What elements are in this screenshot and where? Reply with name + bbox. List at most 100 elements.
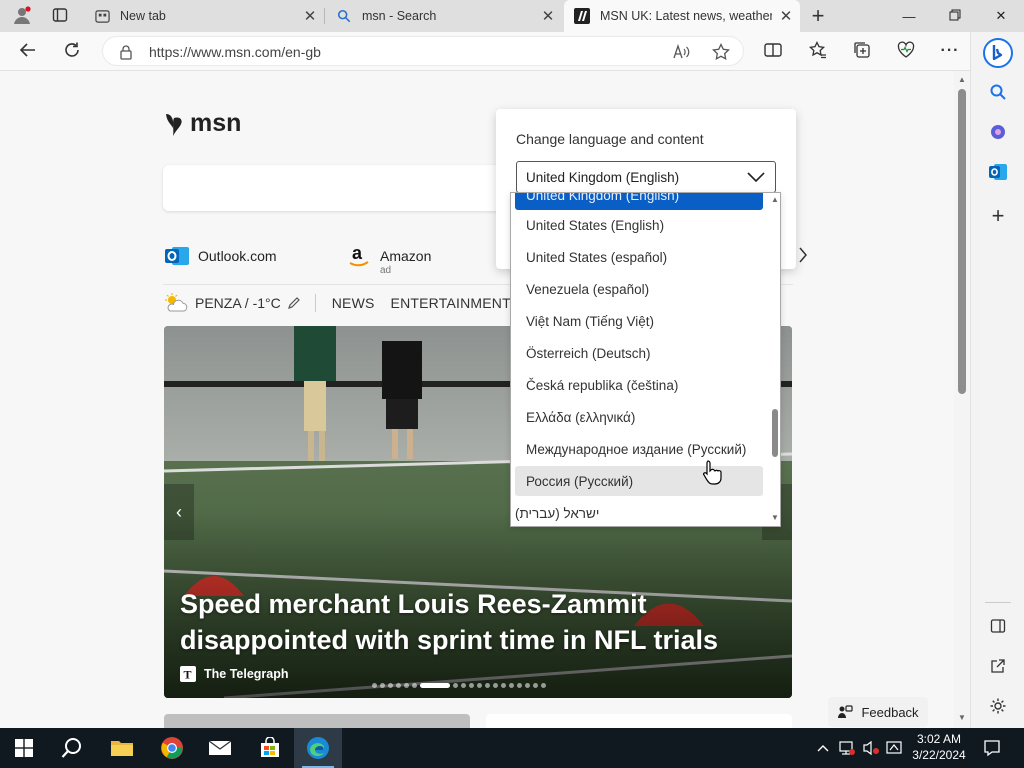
restore-button[interactable] — [932, 0, 978, 32]
scroll-up-arrow-icon[interactable]: ▲ — [958, 75, 966, 84]
quicklink-outlook[interactable]: Outlook.com — [164, 243, 277, 269]
language-option[interactable]: Venezuela (español) — [515, 274, 763, 304]
language-option[interactable]: Österreich (Deutsch) — [515, 338, 763, 368]
minimize-button[interactable]: — — [886, 0, 932, 32]
language-option[interactable]: Международное издание (Русский) — [515, 434, 763, 464]
carousel-dot[interactable] — [372, 683, 377, 688]
url-input[interactable]: https://www.msn.com/en-gb — [102, 36, 744, 66]
sidebar-add-button[interactable]: + — [984, 202, 1012, 230]
language-option[interactable]: United States (English) — [515, 210, 763, 240]
close-tab-icon[interactable]: ✕ — [296, 2, 324, 30]
scroll-up-arrow-icon[interactable]: ▲ — [771, 195, 779, 204]
msn-favicon-icon — [574, 8, 590, 24]
carousel-dot[interactable] — [509, 683, 514, 688]
weather-widget[interactable]: PENZA / -1°C — [163, 292, 316, 312]
profile-button[interactable] — [6, 0, 38, 32]
edge-button[interactable] — [294, 728, 342, 768]
new-tab-button[interactable]: + — [802, 0, 834, 32]
hero-source[interactable]: T The Telegraph — [180, 666, 289, 682]
collections-button[interactable] — [846, 36, 878, 66]
tab-actions-button[interactable] — [44, 0, 76, 32]
story-card[interactable] — [486, 714, 792, 728]
close-window-button[interactable]: ✕ — [978, 0, 1024, 32]
file-explorer-button[interactable] — [98, 728, 146, 768]
browser-essentials-button[interactable] — [890, 36, 922, 66]
scroll-down-arrow-icon[interactable]: ▼ — [771, 513, 779, 522]
tab-msn-search[interactable]: msn - Search ✕ — [326, 0, 562, 32]
carousel-dot[interactable] — [485, 683, 490, 688]
carousel-dot[interactable] — [493, 683, 498, 688]
read-aloud-icon[interactable] — [669, 41, 693, 63]
quicklink-amazon[interactable]: a Amazon ad — [346, 243, 431, 276]
carousel-dot[interactable] — [533, 683, 538, 688]
taskbar-search-button[interactable] — [48, 728, 96, 768]
carousel-dot[interactable] — [461, 683, 466, 688]
language-option-hovered[interactable]: Россия (Русский) — [515, 466, 763, 496]
open-external-button[interactable] — [984, 652, 1012, 680]
language-option[interactable]: United States (español) — [515, 242, 763, 272]
start-button[interactable] — [0, 728, 48, 768]
volume-tray-button[interactable] — [860, 728, 882, 768]
store-button[interactable] — [246, 728, 294, 768]
carousel-dot[interactable] — [517, 683, 522, 688]
msn-logo[interactable]: msn — [162, 109, 241, 138]
page-scrollbar[interactable]: ▲ ▼ — [954, 71, 970, 728]
outlook-icon — [164, 243, 190, 269]
carousel-dot-active[interactable] — [420, 683, 450, 688]
dropdown-scroll-thumb[interactable] — [772, 409, 778, 457]
tab-msn-uk[interactable]: MSN UK: Latest news, weather, H ✕ — [564, 0, 800, 32]
carousel-dot[interactable] — [525, 683, 530, 688]
settings-more-button[interactable]: ··· — [934, 36, 966, 66]
previous-story-button[interactable]: ‹ — [164, 484, 194, 540]
carousel-dot[interactable] — [469, 683, 474, 688]
language-option-selected[interactable]: United Kingdom (English) — [515, 193, 763, 210]
language-select[interactable]: United Kingdom (English) — [516, 161, 776, 193]
carousel-dot[interactable] — [396, 683, 401, 688]
taskbar-clock[interactable]: 3:02 AM 3/22/2024 — [904, 731, 974, 763]
close-tab-icon[interactable]: ✕ — [534, 2, 562, 30]
dropdown-scrollbar[interactable]: ▲ ▼ — [770, 193, 780, 526]
nav-entertainment[interactable]: ENTERTAINMENT — [375, 295, 511, 311]
favorites-button[interactable] — [802, 36, 834, 66]
carousel-dot[interactable] — [388, 683, 393, 688]
language-option[interactable]: ישראל (עברית) — [515, 498, 763, 526]
close-tab-icon[interactable]: ✕ — [772, 2, 800, 30]
carousel-dot[interactable] — [404, 683, 409, 688]
sidebar-tools-button[interactable] — [984, 118, 1012, 146]
carousel-dot[interactable] — [477, 683, 482, 688]
nav-news[interactable]: NEWS — [316, 295, 375, 311]
language-option[interactable]: Ελλάδα (ελληνικά) — [515, 402, 763, 432]
sidebar-outlook-button[interactable] — [984, 158, 1012, 186]
mail-button[interactable] — [196, 728, 244, 768]
chrome-button[interactable] — [148, 728, 196, 768]
story-card[interactable] — [164, 714, 470, 728]
sidebar-settings-button[interactable] — [984, 692, 1012, 720]
show-hidden-icons-button[interactable] — [814, 728, 832, 768]
language-option[interactable]: Việt Nam (Tiếng Việt) — [515, 306, 763, 336]
lock-icon[interactable] — [119, 44, 133, 63]
page-scroll-thumb[interactable] — [958, 89, 966, 394]
sidebar-search-button[interactable] — [984, 78, 1012, 106]
edit-pencil-icon[interactable] — [287, 296, 301, 310]
carousel-dot[interactable] — [453, 683, 458, 688]
carousel-dot[interactable] — [412, 683, 417, 688]
carousel-dot[interactable] — [541, 683, 546, 688]
language-dropdown-list[interactable]: United Kingdom (English) United States (… — [510, 192, 781, 527]
tab-new-tab[interactable]: New tab ✕ — [84, 0, 324, 32]
carousel-dot[interactable] — [501, 683, 506, 688]
quicklinks-next-button[interactable] — [798, 247, 808, 268]
language-option[interactable]: Česká republika (čeština) — [515, 370, 763, 400]
hero-headline[interactable]: Speed merchant Louis Rees-Zammit disappo… — [180, 586, 760, 658]
scroll-down-arrow-icon[interactable]: ▼ — [958, 713, 966, 722]
favorite-star-icon[interactable] — [709, 41, 733, 63]
copilot-button[interactable] — [983, 38, 1013, 68]
feedback-button[interactable]: Feedback — [828, 697, 928, 727]
back-button[interactable] — [12, 36, 44, 66]
carousel-dot[interactable] — [380, 683, 385, 688]
ime-tray-button[interactable] — [884, 728, 904, 768]
refresh-button[interactable] — [56, 36, 88, 66]
hide-sidebar-button[interactable] — [984, 612, 1012, 640]
network-tray-button[interactable] — [836, 728, 858, 768]
split-screen-button[interactable] — [757, 36, 789, 66]
action-center-button[interactable] — [978, 728, 1006, 768]
